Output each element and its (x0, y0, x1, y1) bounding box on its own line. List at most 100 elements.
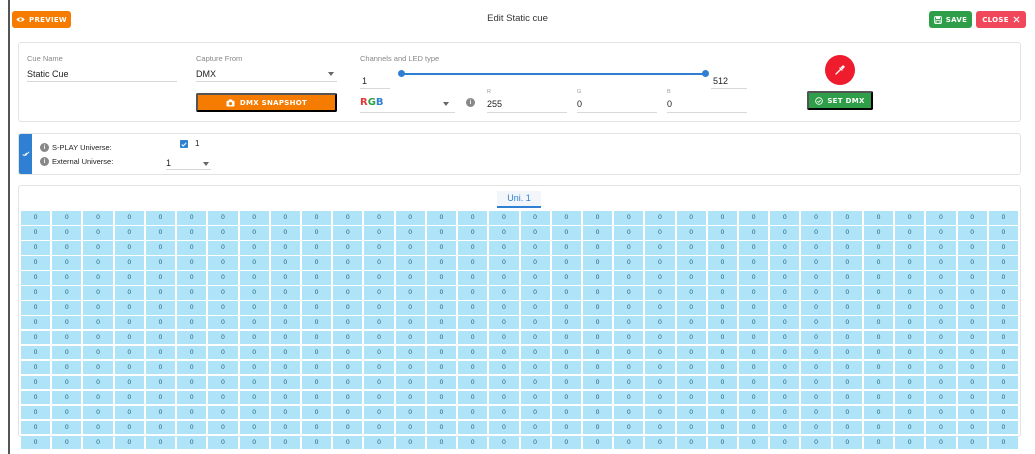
dmx-channel-cell[interactable]: 0 (832, 285, 862, 300)
dmx-channel-cell[interactable]: 0 (801, 270, 831, 285)
dmx-channel-cell[interactable]: 0 (52, 255, 82, 270)
dmx-channel-cell[interactable]: 0 (957, 345, 987, 360)
dmx-channel-cell[interactable]: 0 (489, 420, 519, 435)
led-type-select[interactable]: RGB (360, 97, 384, 108)
dmx-channel-cell[interactable]: 0 (832, 330, 862, 345)
dmx-channel-cell[interactable]: 0 (239, 270, 269, 285)
dmx-channel-cell[interactable]: 0 (426, 255, 457, 270)
dmx-channel-cell[interactable]: 0 (863, 375, 894, 390)
dmx-channel-cell[interactable]: 0 (426, 285, 457, 300)
dmx-channel-cell[interactable]: 0 (458, 390, 488, 405)
dmx-channel-cell[interactable]: 0 (676, 420, 706, 435)
dmx-channel-cell[interactable]: 0 (770, 315, 800, 330)
cue-name-input[interactable]: Static Cue (27, 69, 69, 79)
dmx-channel-cell[interactable]: 0 (770, 270, 800, 285)
dmx-channel-cell[interactable]: 0 (395, 390, 425, 405)
dmx-channel-cell[interactable]: 0 (863, 285, 894, 300)
dmx-channel-cell[interactable]: 0 (551, 330, 581, 345)
dmx-channel-cell[interactable]: 0 (21, 405, 51, 420)
dmx-channel-cell[interactable]: 0 (957, 435, 987, 450)
dmx-channel-cell[interactable]: 0 (895, 435, 925, 450)
dmx-channel-cell[interactable]: 0 (489, 211, 519, 225)
dmx-channel-cell[interactable]: 0 (489, 345, 519, 360)
dmx-channel-cell[interactable]: 0 (145, 405, 176, 420)
dmx-channel-cell[interactable]: 0 (863, 420, 894, 435)
dmx-channel-cell[interactable]: 0 (21, 330, 51, 345)
channel-max-input[interactable]: 512 (713, 76, 728, 86)
dmx-channel-cell[interactable]: 0 (614, 300, 644, 315)
dmx-channel-cell[interactable]: 0 (270, 300, 300, 315)
dmx-channel-cell[interactable]: 0 (426, 405, 457, 420)
dmx-channel-cell[interactable]: 0 (21, 285, 51, 300)
dmx-channel-cell[interactable]: 0 (926, 435, 956, 450)
dmx-channel-cell[interactable]: 0 (520, 345, 550, 360)
dmx-channel-cell[interactable]: 0 (83, 345, 113, 360)
dmx-channel-cell[interactable]: 0 (239, 300, 269, 315)
dmx-channel-cell[interactable]: 0 (707, 285, 738, 300)
dmx-channel-cell[interactable]: 0 (863, 225, 894, 240)
dmx-channel-cell[interactable]: 0 (333, 420, 363, 435)
dmx-channel-cell[interactable]: 0 (301, 255, 332, 270)
dmx-channel-cell[interactable]: 0 (458, 211, 488, 225)
dmx-channel-cell[interactable]: 0 (770, 405, 800, 420)
dmx-channel-cell[interactable]: 0 (114, 360, 144, 375)
dmx-channel-cell[interactable]: 0 (614, 225, 644, 240)
dmx-channel-cell[interactable]: 0 (520, 360, 550, 375)
dmx-channel-cell[interactable]: 0 (582, 360, 613, 375)
dmx-channel-cell[interactable]: 0 (458, 255, 488, 270)
dmx-channel-cell[interactable]: 0 (770, 360, 800, 375)
dmx-channel-cell[interactable]: 0 (270, 345, 300, 360)
dmx-channel-cell[interactable]: 0 (52, 211, 82, 225)
dmx-channel-cell[interactable]: 0 (926, 211, 956, 225)
dmx-channel-cell[interactable]: 0 (582, 240, 613, 255)
dmx-channel-cell[interactable]: 0 (395, 270, 425, 285)
dmx-channel-cell[interactable]: 0 (863, 211, 894, 225)
dmx-channel-cell[interactable]: 0 (551, 390, 581, 405)
dmx-channel-cell[interactable]: 0 (177, 240, 207, 255)
dmx-channel-cell[interactable]: 0 (739, 435, 769, 450)
dmx-channel-cell[interactable]: 0 (957, 300, 987, 315)
dmx-channel-cell[interactable]: 0 (895, 285, 925, 300)
dmx-channel-cell[interactable]: 0 (301, 375, 332, 390)
dmx-channel-cell[interactable]: 0 (333, 211, 363, 225)
dmx-channel-cell[interactable]: 0 (458, 405, 488, 420)
dmx-channel-cell[interactable]: 0 (301, 330, 332, 345)
dmx-channel-cell[interactable]: 0 (739, 300, 769, 315)
dmx-channel-cell[interactable]: 0 (926, 225, 956, 240)
dmx-channel-cell[interactable]: 0 (801, 360, 831, 375)
dmx-channel-cell[interactable]: 0 (426, 345, 457, 360)
dmx-channel-cell[interactable]: 0 (114, 270, 144, 285)
dmx-channel-cell[interactable]: 0 (739, 255, 769, 270)
dmx-channel-cell[interactable]: 0 (458, 375, 488, 390)
dmx-channel-cell[interactable]: 0 (988, 225, 1018, 240)
dmx-channel-cell[interactable]: 0 (145, 285, 176, 300)
dmx-channel-cell[interactable]: 0 (770, 375, 800, 390)
dmx-channel-cell[interactable]: 0 (739, 405, 769, 420)
dmx-channel-cell[interactable]: 0 (208, 390, 238, 405)
dmx-channel-cell[interactable]: 0 (177, 285, 207, 300)
dmx-channel-cell[interactable]: 0 (707, 225, 738, 240)
dmx-channel-cell[interactable]: 0 (208, 211, 238, 225)
dmx-channel-cell[interactable]: 0 (739, 420, 769, 435)
dmx-channel-cell[interactable]: 0 (582, 300, 613, 315)
slider-min-handle[interactable] (397, 70, 405, 77)
b-input[interactable]: 0 (667, 99, 672, 109)
dmx-channel-cell[interactable]: 0 (582, 315, 613, 330)
dmx-channel-cell[interactable]: 0 (458, 420, 488, 435)
dmx-channel-cell[interactable]: 0 (83, 405, 113, 420)
dmx-channel-cell[interactable]: 0 (364, 300, 394, 315)
dmx-channel-cell[interactable]: 0 (895, 300, 925, 315)
dmx-channel-cell[interactable]: 0 (801, 315, 831, 330)
dmx-channel-cell[interactable]: 0 (832, 390, 862, 405)
dmx-channel-cell[interactable]: 0 (458, 270, 488, 285)
dmx-channel-cell[interactable]: 0 (863, 360, 894, 375)
dmx-channel-cell[interactable]: 0 (801, 420, 831, 435)
dmx-channel-cell[interactable]: 0 (83, 211, 113, 225)
dmx-channel-cell[interactable]: 0 (707, 240, 738, 255)
dmx-channel-cell[interactable]: 0 (645, 330, 675, 345)
dmx-channel-cell[interactable]: 0 (707, 270, 738, 285)
dmx-channel-cell[interactable]: 0 (551, 360, 581, 375)
dmx-channel-cell[interactable]: 0 (364, 345, 394, 360)
dmx-channel-cell[interactable]: 0 (208, 345, 238, 360)
dmx-channel-cell[interactable]: 0 (926, 390, 956, 405)
